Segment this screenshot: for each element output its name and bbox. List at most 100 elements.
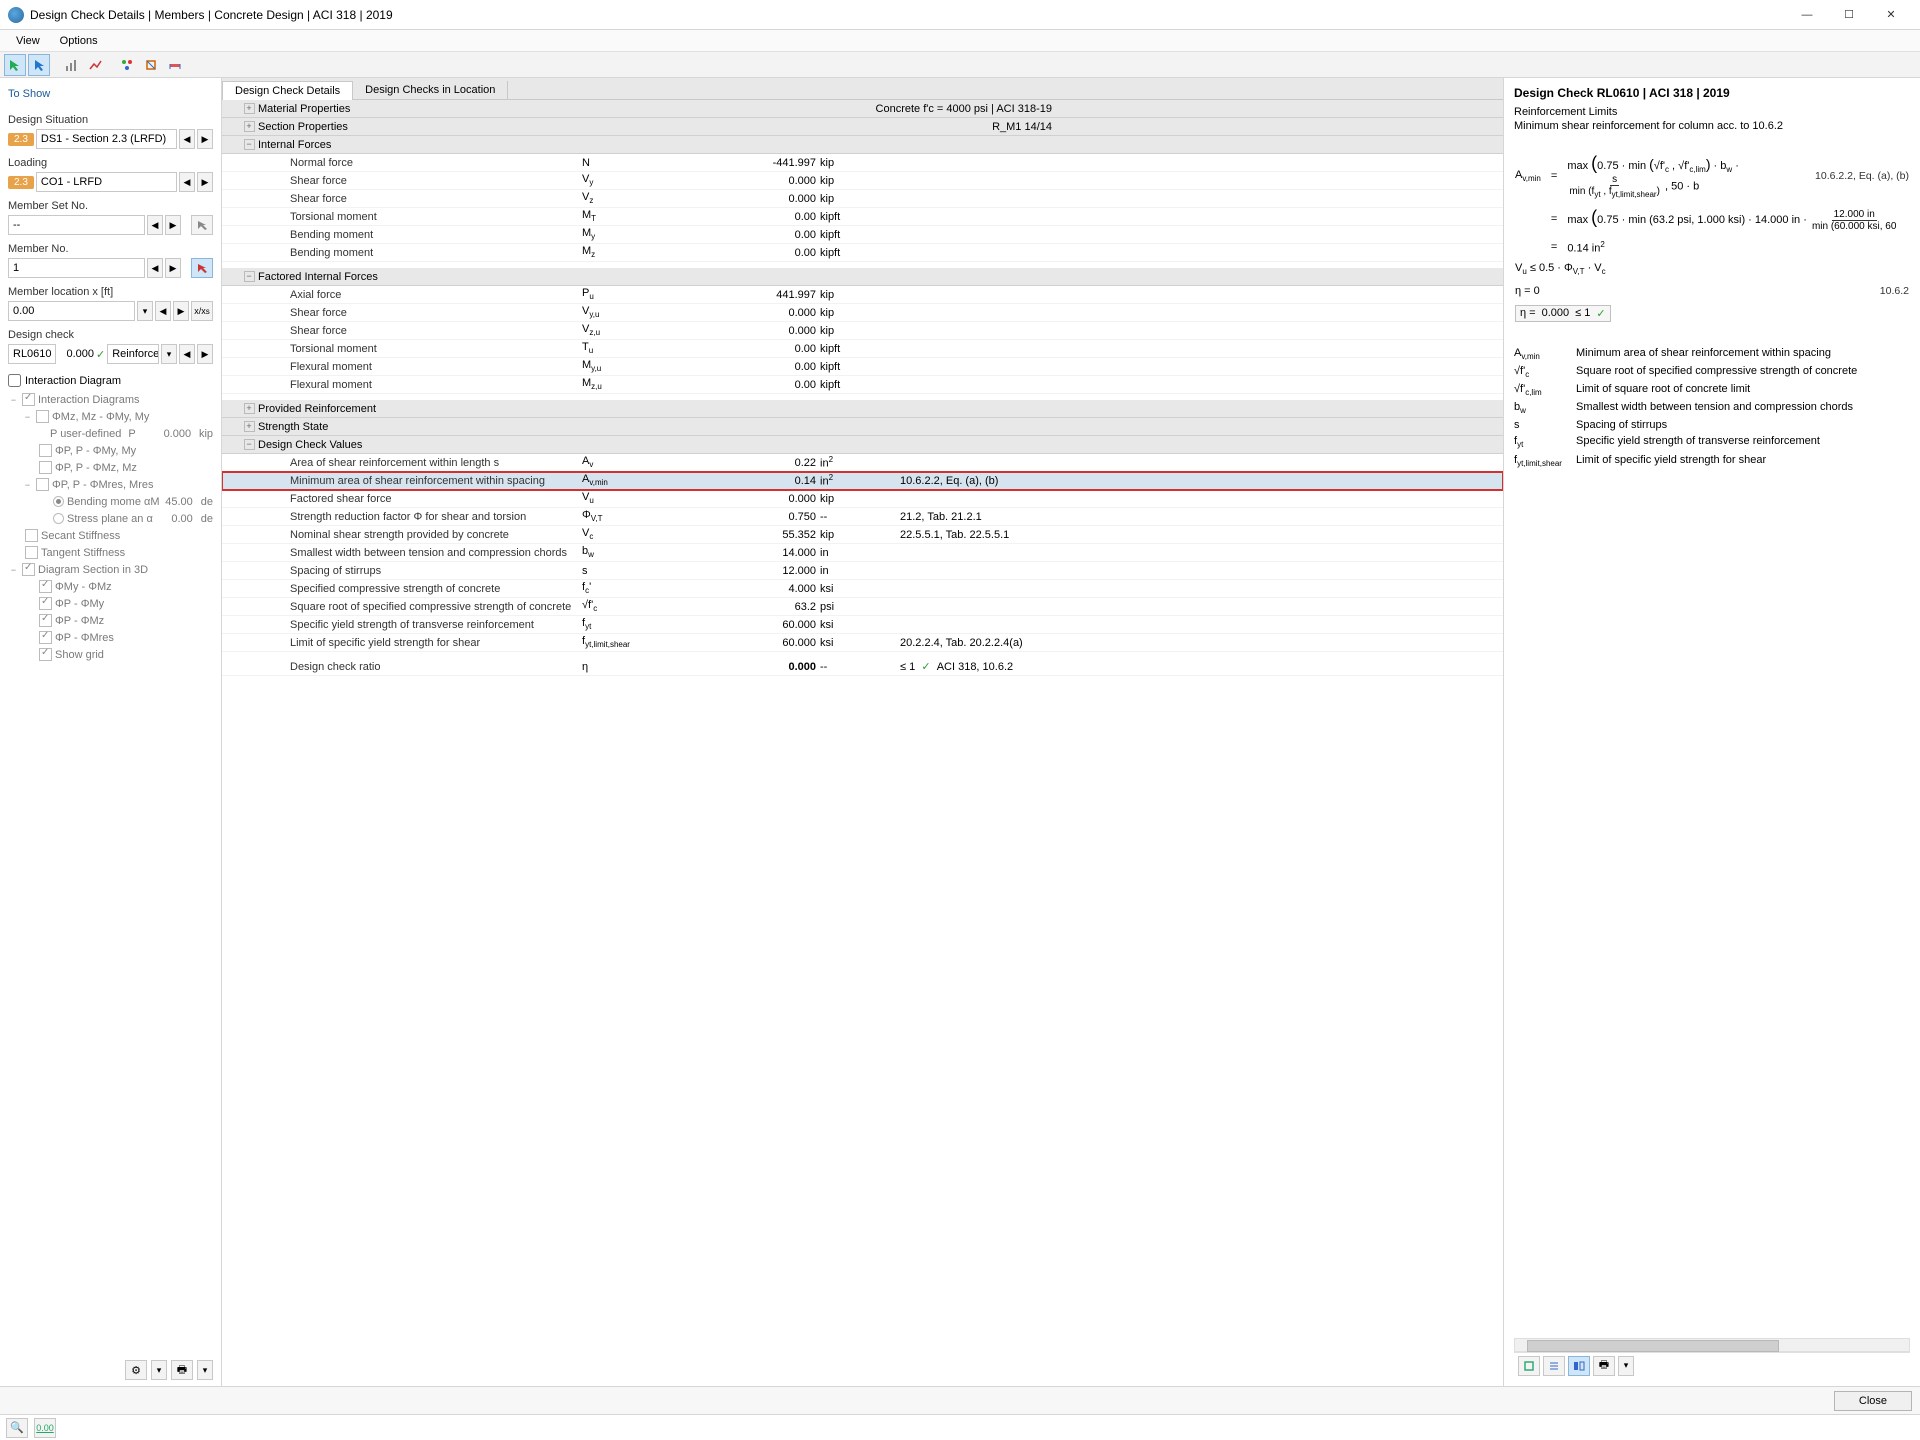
collapse-dcv[interactable]: − xyxy=(244,439,255,450)
right-tool-print-icon[interactable]: 🖶 xyxy=(1593,1356,1615,1376)
member-no-pick-icon[interactable] xyxy=(191,258,213,278)
right-scrollbar[interactable] xyxy=(1514,1338,1910,1352)
design-check-label: Design check xyxy=(8,329,213,341)
loading-badge: 2.3 xyxy=(8,176,34,189)
interaction-diagram-checkbox[interactable]: Interaction Diagram xyxy=(8,374,213,387)
detail-row[interactable]: Strength reduction factor Φ for shear an… xyxy=(222,508,1503,526)
collapse-internal[interactable]: − xyxy=(244,139,255,150)
tool-select-icon[interactable] xyxy=(4,54,26,76)
maximize-button[interactable]: ☐ xyxy=(1828,1,1870,29)
dc-check-icon: ✓ xyxy=(96,348,105,361)
detail-row[interactable]: Specific yield strength of transverse re… xyxy=(222,616,1503,634)
loading-prev-button[interactable]: ◀ xyxy=(179,172,195,192)
ds-next-button[interactable]: ▶ xyxy=(197,129,213,149)
left-tool-settings-dd[interactable]: ▾ xyxy=(151,1360,167,1380)
detail-row[interactable]: Flexural momentMy,u0.00kipft xyxy=(222,358,1503,376)
dc-dropdown[interactable]: ▾ xyxy=(161,344,177,364)
detail-row[interactable]: Nominal shear strength provided by concr… xyxy=(222,526,1503,544)
main-toolbar xyxy=(0,52,1920,78)
expand-section[interactable]: + xyxy=(244,121,255,132)
details-grid: +Material PropertiesConcrete f'c = 4000 … xyxy=(222,100,1503,1386)
member-set-next[interactable]: ▶ xyxy=(165,215,181,235)
right-title: Design Check RL0610 | ACI 318 | 2019 xyxy=(1514,86,1910,100)
detail-row[interactable]: Shear forceVz0.000kip xyxy=(222,190,1503,208)
window-title: Design Check Details | Members | Concret… xyxy=(30,8,1786,22)
dc-prev[interactable]: ◀ xyxy=(179,344,195,364)
tool-graph-icon[interactable] xyxy=(84,54,106,76)
member-set-prev[interactable]: ◀ xyxy=(147,215,163,235)
member-set-pick-icon[interactable] xyxy=(191,215,213,235)
tab-design-checks-location[interactable]: Design Checks in Location xyxy=(353,81,508,99)
detail-row[interactable]: Specified compressive strength of concre… xyxy=(222,580,1503,598)
minimize-button[interactable]: ― xyxy=(1786,1,1828,29)
detail-row[interactable]: Torsional momentTu0.00kipft xyxy=(222,340,1503,358)
member-set-field[interactable]: -- xyxy=(8,215,145,235)
detail-row[interactable]: Bending momentMy0.00kipft xyxy=(222,226,1503,244)
detail-row[interactable]: Spacing of stirrupss12.000in xyxy=(222,562,1503,580)
dc-next[interactable]: ▶ xyxy=(197,344,213,364)
design-check-ratio-row: Design check ratio η 0.000 -- ≤ 1 ✓ ACI … xyxy=(222,658,1503,676)
detail-row[interactable]: Smallest width between tension and compr… xyxy=(222,544,1503,562)
member-loc-ratio-button[interactable]: x/xs xyxy=(191,301,213,321)
tool-members-icon[interactable] xyxy=(116,54,138,76)
right-sub1: Reinforcement Limits xyxy=(1514,106,1910,118)
member-loc-stepdown[interactable]: ▾ xyxy=(137,301,153,321)
member-set-label: Member Set No. xyxy=(8,200,213,212)
detail-row[interactable]: Factored shear forceVu0.000kip xyxy=(222,490,1503,508)
app-icon xyxy=(8,7,24,23)
right-tool-3-icon[interactable] xyxy=(1568,1356,1590,1376)
right-tool-1-icon[interactable] xyxy=(1518,1356,1540,1376)
close-window-button[interactable]: ✕ xyxy=(1870,1,1912,29)
tab-design-check-details[interactable]: Design Check Details xyxy=(222,81,353,100)
right-tool-2-icon[interactable] xyxy=(1543,1356,1565,1376)
detail-row[interactable]: Shear forceVz,u0.000kip xyxy=(222,322,1503,340)
menu-view[interactable]: View xyxy=(6,33,50,49)
close-button[interactable]: Close xyxy=(1834,1391,1912,1411)
eta-result-box: η = 0.000 ≤ 1 ✓ xyxy=(1515,305,1611,322)
detail-row[interactable]: Shear forceVy0.000kip xyxy=(222,172,1503,190)
detail-row[interactable]: Area of shear reinforcement within lengt… xyxy=(222,454,1503,472)
to-show-header: To Show xyxy=(8,88,213,100)
detail-row[interactable]: Shear forceVy,u0.000kip xyxy=(222,304,1503,322)
detail-row[interactable]: Square root of specified compressive str… xyxy=(222,598,1503,616)
member-loc-label: Member location x [ft] xyxy=(8,286,213,298)
tool-pointer-icon[interactable] xyxy=(28,54,50,76)
member-no-prev[interactable]: ◀ xyxy=(147,258,163,278)
loading-field[interactable]: CO1 - LRFD xyxy=(36,172,177,192)
dc-code-field[interactable]: RL0610 xyxy=(8,344,56,364)
status-value-icon[interactable]: 0.00 xyxy=(34,1418,56,1438)
detail-row[interactable]: Axial forcePu441.997kip xyxy=(222,286,1503,304)
member-loc-prev[interactable]: ◀ xyxy=(155,301,171,321)
left-tool-settings-icon[interactable]: ⚙ xyxy=(125,1360,147,1380)
member-no-field[interactable]: 1 xyxy=(8,258,145,278)
formula-block: Av,min= max (0.75 · min (√f'c , √f'c,lim… xyxy=(1514,144,1910,331)
right-sub2: Minimum shear reinforcement for column a… xyxy=(1514,120,1910,132)
left-tool-print-icon[interactable]: 🖶 xyxy=(171,1360,193,1380)
detail-row[interactable]: Torsional momentMT0.00kipft xyxy=(222,208,1503,226)
right-tool-print-dd[interactable]: ▾ xyxy=(1618,1356,1634,1376)
design-situation-label: Design Situation xyxy=(8,114,213,126)
expand-provided[interactable]: + xyxy=(244,403,255,414)
loading-next-button[interactable]: ▶ xyxy=(197,172,213,192)
member-loc-next[interactable]: ▶ xyxy=(173,301,189,321)
detail-row[interactable]: Bending momentMz0.00kipft xyxy=(222,244,1503,262)
dc-val: 0.000 xyxy=(58,348,94,360)
status-search-icon[interactable]: 🔍 xyxy=(6,1418,28,1438)
expand-strength[interactable]: + xyxy=(244,421,255,432)
menu-options[interactable]: Options xyxy=(50,33,108,49)
tool-section-icon[interactable] xyxy=(140,54,162,76)
member-no-next[interactable]: ▶ xyxy=(165,258,181,278)
detail-row[interactable]: Normal forceN-441.997kip xyxy=(222,154,1503,172)
tool-beam-icon[interactable] xyxy=(164,54,186,76)
expand-material[interactable]: + xyxy=(244,103,255,114)
dc-text-field[interactable]: Reinforcement Limi... xyxy=(107,344,159,364)
member-loc-field[interactable]: 0.00 xyxy=(8,301,135,321)
detail-row[interactable]: Flexural momentMz,u0.00kipft xyxy=(222,376,1503,394)
left-tool-print-dd[interactable]: ▾ xyxy=(197,1360,213,1380)
collapse-factored[interactable]: − xyxy=(244,271,255,282)
detail-row[interactable]: Limit of specific yield strength for she… xyxy=(222,634,1503,652)
detail-row[interactable]: Minimum area of shear reinforcement with… xyxy=(222,472,1503,490)
ds-field[interactable]: DS1 - Section 2.3 (LRFD) xyxy=(36,129,177,149)
ds-prev-button[interactable]: ◀ xyxy=(179,129,195,149)
tool-chart-icon[interactable] xyxy=(60,54,82,76)
